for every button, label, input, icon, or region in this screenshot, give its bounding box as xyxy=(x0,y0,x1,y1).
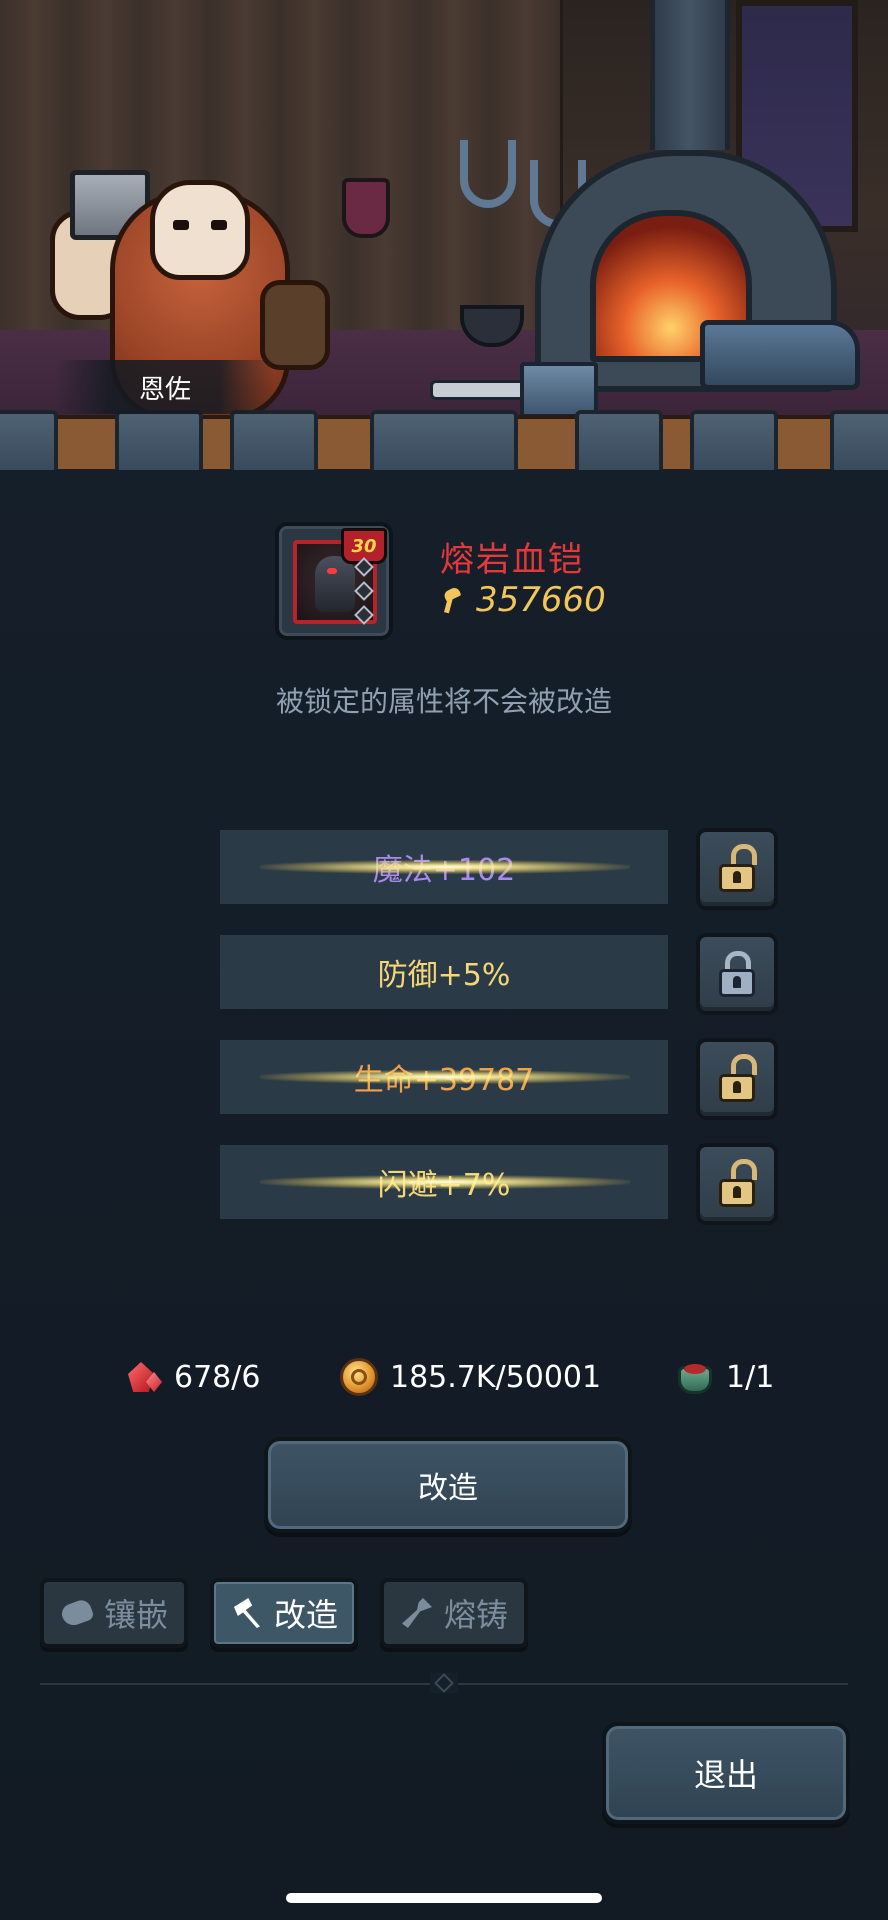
exit-button[interactable]: 退出 xyxy=(602,1722,850,1824)
forge-scene: 恩佐 xyxy=(0,0,888,470)
tab-remake[interactable]: 改造 xyxy=(210,1578,358,1648)
npc-name: 恩佐 xyxy=(55,360,275,414)
attribute-text: 生命+39787 xyxy=(353,1063,535,1098)
attribute-row: 魔法+102 xyxy=(220,830,668,904)
gold-resource: 185.7K/50001 xyxy=(338,1352,601,1402)
rail-block xyxy=(115,410,203,470)
lock-hint: 被锁定的属性将不会被改造 xyxy=(275,685,612,718)
chimney xyxy=(650,0,730,150)
item-name: 熔岩血铠 xyxy=(440,540,584,580)
lock-button-locked[interactable] xyxy=(696,933,778,1015)
hook-icon xyxy=(460,140,516,208)
attribute-row: 闪避+7% xyxy=(220,1145,668,1219)
power-icon xyxy=(440,585,462,615)
npc-eye xyxy=(211,220,227,230)
tab-label: 改造 xyxy=(273,1596,338,1634)
gold-count: 185.7K/50001 xyxy=(390,1359,602,1395)
home-indicator[interactable] xyxy=(286,1893,602,1903)
npc-eye xyxy=(173,220,189,230)
npc-shoulder xyxy=(260,280,330,370)
crystal-resource: 678/6 xyxy=(122,1352,260,1402)
red-crystal-icon xyxy=(122,1356,164,1398)
attribute-row: 防御+5% xyxy=(220,935,668,1009)
tab-label: 镶嵌 xyxy=(103,1596,168,1634)
lock-button-unlocked[interactable] xyxy=(696,1143,778,1225)
pot-count: 1/1 xyxy=(726,1359,775,1395)
gold-coin-icon xyxy=(338,1356,380,1398)
rail-block xyxy=(370,410,518,470)
unlocked-padlock-icon xyxy=(719,844,757,892)
wall-shield xyxy=(342,178,390,238)
item-power-value: 357660 xyxy=(476,580,606,620)
npc-face xyxy=(150,180,250,280)
item-icon[interactable]: 30 xyxy=(275,522,393,640)
attribute-text: 闪避+7% xyxy=(377,1168,511,1203)
forge-pot-icon xyxy=(674,1356,716,1398)
lock-button-unlocked[interactable] xyxy=(696,1038,778,1120)
tab-smelt[interactable]: 熔铸 xyxy=(380,1578,528,1648)
tab-inlay[interactable]: 镶嵌 xyxy=(40,1578,188,1648)
socket-icon xyxy=(354,605,374,625)
remake-button[interactable]: 改造 xyxy=(264,1437,632,1533)
unlocked-padlock-icon xyxy=(719,1159,757,1207)
forge-screen: 恩佐 30 熔岩血铠 357660 被锁定的属性将不会被改造 魔法+102 防御+… xyxy=(0,0,888,1920)
rail-block xyxy=(575,410,663,470)
armor-icon xyxy=(315,556,355,612)
locked-padlock-icon xyxy=(719,951,755,997)
divider-ornament xyxy=(430,1673,458,1693)
attribute-text: 防御+5% xyxy=(377,958,511,993)
lock-button-unlocked[interactable] xyxy=(696,828,778,910)
smelt-icon xyxy=(400,1596,434,1630)
crystal-count: 678/6 xyxy=(174,1359,261,1395)
rail-block xyxy=(690,410,778,470)
anvil xyxy=(700,320,860,390)
pot-resource: 1/1 xyxy=(674,1352,774,1402)
rail-block xyxy=(0,410,58,470)
armor-eye xyxy=(327,568,337,574)
item-socket-chain xyxy=(354,557,374,625)
unlocked-padlock-icon xyxy=(719,1054,757,1102)
item-power: 357660 xyxy=(440,580,606,620)
tab-label: 熔铸 xyxy=(443,1596,508,1634)
rail-block xyxy=(830,410,888,470)
socket-icon xyxy=(354,557,374,577)
attribute-text: 魔法+102 xyxy=(372,853,516,888)
socket-icon xyxy=(354,581,374,601)
rail-block xyxy=(230,410,318,470)
gem-icon xyxy=(60,1596,94,1630)
attribute-row: 生命+39787 xyxy=(220,1040,668,1114)
hammer-icon xyxy=(230,1596,264,1630)
